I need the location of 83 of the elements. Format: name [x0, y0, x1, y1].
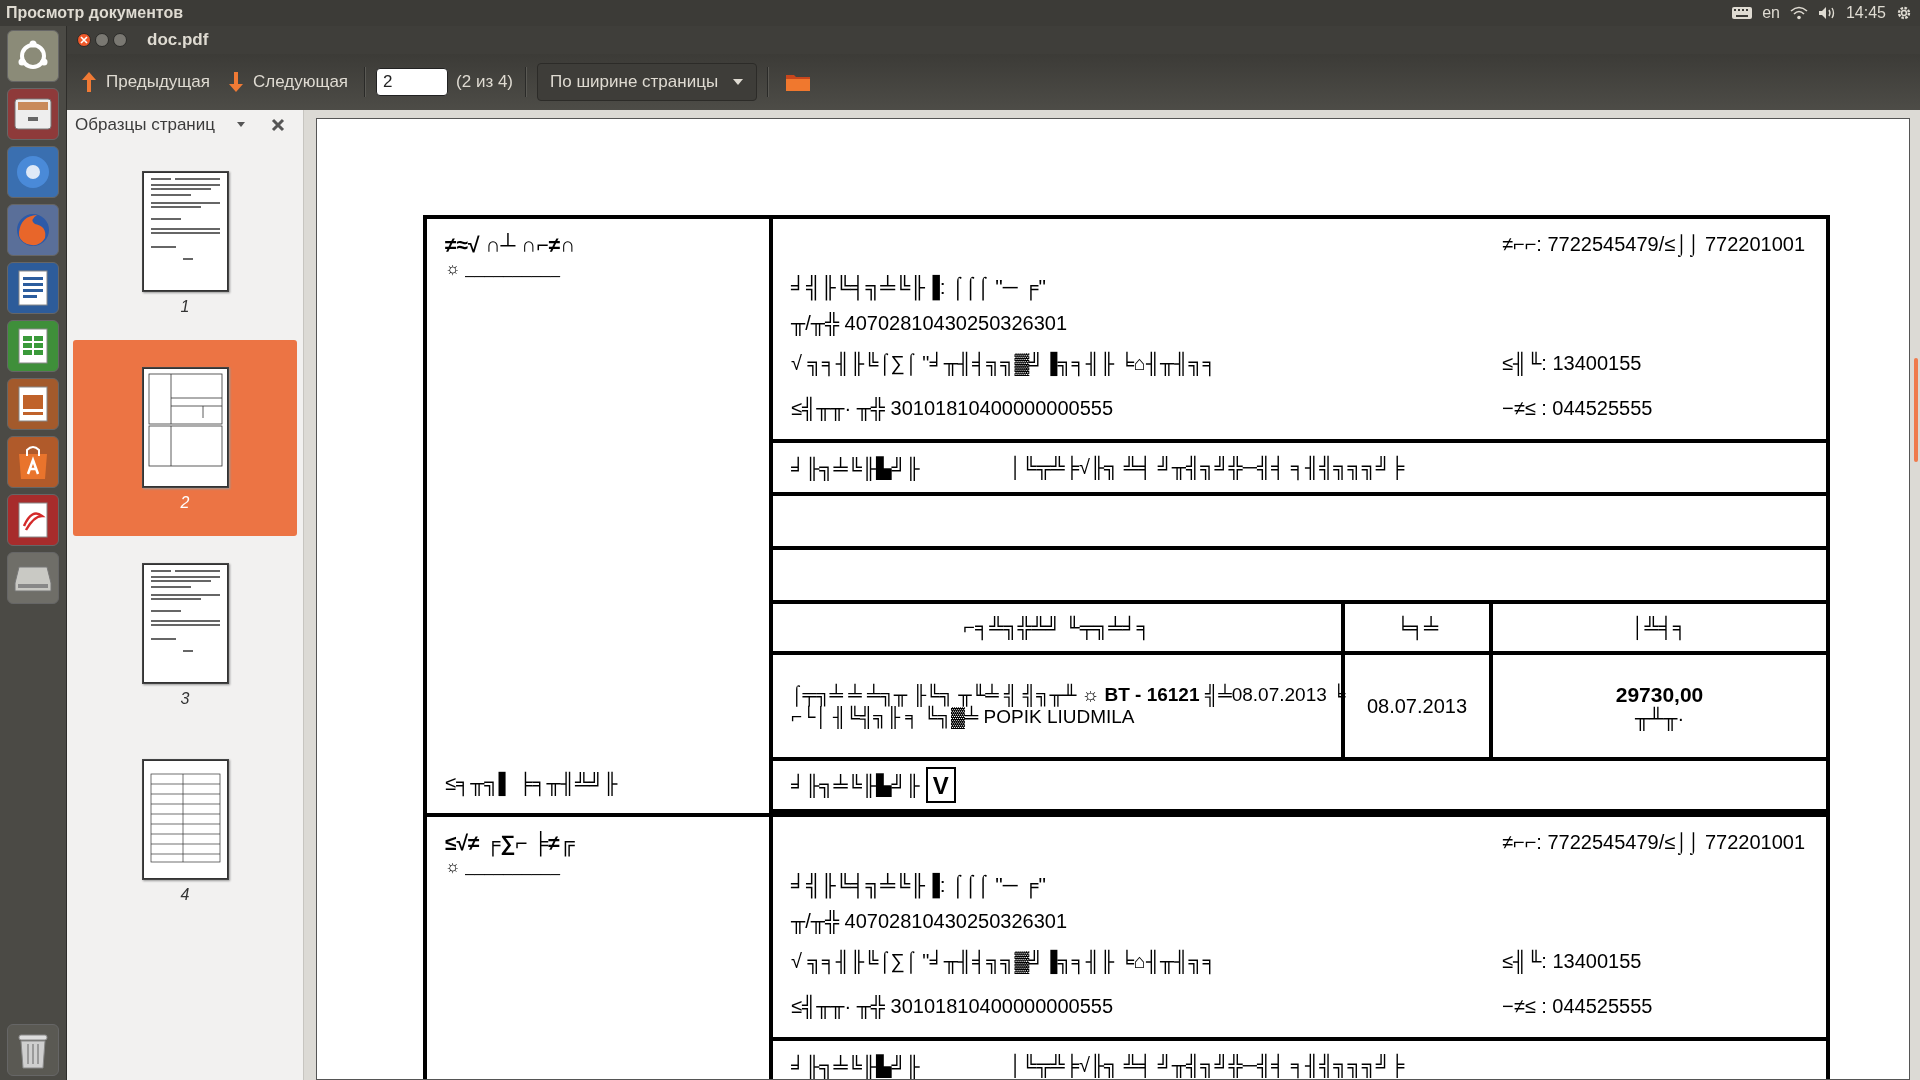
keyboard-layout[interactable]: en	[1762, 4, 1780, 22]
keyboard-icon[interactable]	[1732, 7, 1753, 19]
launcher-button[interactable]	[7, 1024, 59, 1076]
currency-label: ╥╨╥·	[1634, 706, 1685, 730]
bank-code: ≤╢╙: 13400155	[1502, 351, 1643, 375]
caret-icon	[732, 78, 745, 86]
clock[interactable]: 14:45	[1845, 4, 1886, 22]
tick-field: V	[925, 767, 956, 803]
tax-id: ≠⌐⌐: 7722545479/≤⌡⌡ 772201001	[1502, 233, 1807, 256]
volume-icon[interactable]	[1817, 6, 1836, 20]
wifi-icon[interactable]	[1789, 6, 1808, 20]
page-thumbnail-item[interactable]: 1	[73, 144, 297, 340]
correspondent-account: ≤╣╥╥· ╥╬ 30101810400000000555	[791, 396, 1115, 420]
page-count: (2 из 4)	[455, 72, 515, 92]
page-thumbnail-item[interactable]: 3	[73, 536, 297, 732]
settings-icon[interactable]	[1896, 5, 1912, 21]
previous-button[interactable]: Предыдущая	[75, 67, 216, 97]
payment-description: ⌐└│ ╢╚╣╗╟ ╕ ╚╗▓╧ POPIK LIUDMILA	[791, 706, 1135, 728]
launcher-button[interactable]	[7, 552, 59, 604]
page-number: 4	[180, 885, 190, 904]
globe-icon	[15, 154, 51, 190]
presentation-icon	[16, 386, 50, 422]
drive-icon	[14, 563, 52, 593]
trash-icon	[17, 1031, 49, 1069]
launcher-button[interactable]	[7, 494, 59, 546]
launcher-button[interactable]	[7, 146, 59, 198]
drawer-icon	[14, 97, 52, 131]
page-number: 2	[180, 493, 190, 512]
section-heading: ≠≈√ ∩┴ ∩⌐≠∩	[445, 233, 577, 257]
signature-line: ☼ __________	[445, 259, 561, 279]
signature-line: ☼ __________	[445, 857, 561, 877]
payment-date: 08.07.2013	[1366, 694, 1468, 718]
bank-code: ≤╢╙: 13400155	[1502, 949, 1643, 973]
scrollbar-thumb[interactable]	[1914, 358, 1918, 462]
launcher-button[interactable]	[7, 30, 59, 82]
close-button[interactable]	[77, 33, 91, 47]
payee-name: ╛╣╟╚╡╗╧╚╟▐: ⌠⌠⌠ "─ ╒"	[791, 275, 1502, 303]
folder-icon	[785, 72, 812, 92]
spreadsheet-icon	[16, 328, 50, 364]
account-number: ╥/╥╬ 40702810430250326301	[791, 311, 1069, 335]
purpose-label: ╛╟╗╧╚╟▙╝╟	[791, 773, 920, 797]
correspondent-account: ≤╣╥╥· ╥╬ 30101810400000000555	[791, 994, 1115, 1018]
bank-name: √ ╗╕╢╟╚⌠∑⌠ "╛╥╢╡╗╗▓╝▐╗╕╢╟ ╘⌂╢╥╢╗╕	[791, 351, 1502, 375]
column-header: ⌐╕╩╗╬╩╝ ╙╤╗╧╛╕	[773, 604, 1341, 651]
maximize-button[interactable]	[113, 33, 127, 47]
document-icon	[16, 502, 50, 538]
column-header: │╩╡╕	[1489, 604, 1826, 651]
up-arrow-icon	[81, 71, 97, 93]
launcher-button[interactable]	[7, 88, 59, 140]
page-field[interactable]: 2	[376, 68, 449, 96]
purpose-label: ╛╟╗╧╚╟▙╝╟	[791, 455, 920, 480]
purpose-text: │╚╦╩╞√╟╗ ╩╡ ╝╥╣╗╝╬─╣╡ ╕╢╣╗╗╗╝╞	[1009, 456, 1405, 479]
globe-icon	[15, 212, 51, 248]
launcher-button[interactable]	[7, 378, 59, 430]
close-icon	[80, 36, 88, 44]
close-icon[interactable]	[270, 118, 285, 132]
page-number: 1	[180, 297, 190, 316]
bank-id: −≠≤ : 044525555	[1502, 994, 1654, 1018]
launcher-button[interactable]	[7, 320, 59, 372]
sidebar-title[interactable]: Образцы страниц	[75, 115, 215, 135]
purpose-label: ╛╟╗╧╚╟▙╝╟	[791, 1053, 920, 1078]
down-arrow-icon	[227, 71, 244, 93]
column-header: ╘╕╧	[1341, 604, 1489, 651]
page-number: 3	[180, 689, 190, 708]
document-icon	[16, 270, 50, 306]
payment-amount: 29730,00	[1615, 682, 1704, 706]
tax-id: ≠⌐⌐: 7722545479/≤⌡⌡ 772201001	[1502, 831, 1807, 854]
bank-name: √ ╗╕╢╟╚⌠∑⌠ "╛╥╢╡╗╗▓╝▐╗╕╢╟ ╘⌂╢╥╢╗╕	[791, 949, 1502, 973]
payee-name: ╛╣╟╚╡╗╧╚╟▐: ⌠⌠⌠ "─ ╒"	[791, 873, 1502, 901]
purpose-text: │╚╦╩╞√╟╗ ╩╡ ╝╥╣╗╝╬─╣╡ ╕╢╣╗╗╗╝╞	[1009, 1054, 1405, 1077]
cashier-label: ≤╕╥╗▌ ╞╕╥╢╩╝╟	[445, 772, 751, 795]
page-thumbnail-item[interactable]: 4	[73, 732, 297, 928]
launcher-button[interactable]	[7, 436, 59, 488]
zoom-dropdown[interactable]: По ширине страницы	[537, 63, 758, 101]
caret-icon[interactable]	[236, 122, 245, 128]
app-title: Просмотр документов	[6, 4, 184, 22]
bank-id: −≠≤ : 044525555	[1502, 396, 1654, 420]
next-button[interactable]: Следующая	[221, 67, 355, 97]
account-number: ╥/╥╬ 40702810430250326301	[791, 909, 1069, 933]
window-title: doc.pdf	[147, 30, 209, 50]
launcher-button[interactable]	[7, 262, 59, 314]
shopping-bag-icon	[16, 444, 50, 480]
section-heading: ≤√≠ ╒∑⌐ ╞≠╔	[445, 831, 751, 855]
